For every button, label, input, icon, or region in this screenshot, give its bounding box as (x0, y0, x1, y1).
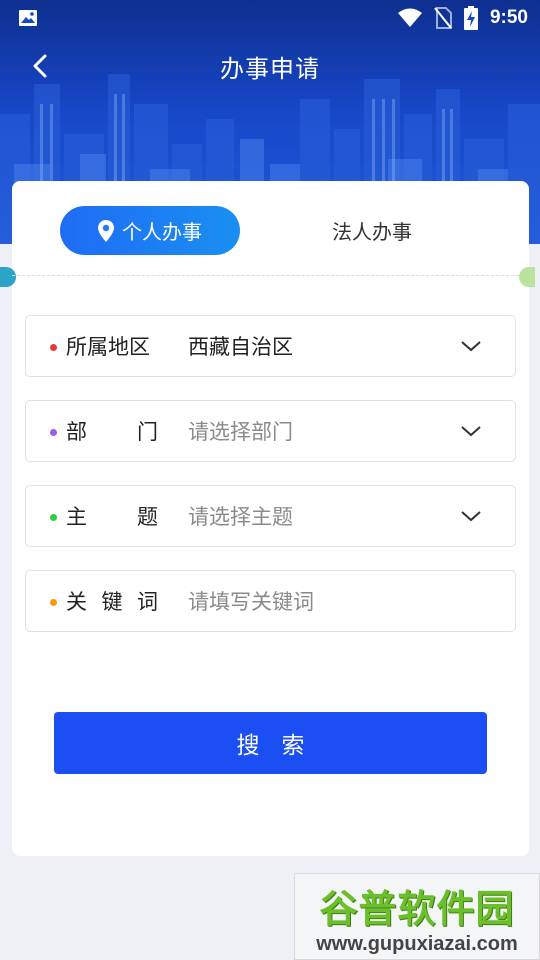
dashed-divider (12, 275, 529, 277)
watermark-url: www.gupuxiazai.com (316, 932, 518, 955)
topic-label: 主 题 (66, 486, 158, 546)
department-label-char: 部 (66, 420, 87, 444)
department-placeholder: 请选择部门 (188, 420, 293, 444)
chevron-down-icon (461, 511, 481, 522)
chevron-left-icon (33, 54, 47, 78)
region-label: 所属地区 (66, 335, 150, 359)
department-select[interactable]: 部 门 请选择部门 (25, 400, 516, 462)
topic-label-char: 主 (66, 505, 87, 529)
chevron-down-icon (461, 341, 481, 352)
divider-notch-right (519, 267, 535, 287)
required-dot (50, 344, 57, 351)
divider-notch-left (0, 267, 16, 287)
topic-label-char: 题 (137, 505, 158, 529)
field-dot (50, 514, 57, 521)
back-button[interactable] (22, 48, 58, 84)
department-label: 部 门 (66, 401, 158, 461)
watermark-title: 谷普软件园 (319, 886, 515, 931)
region-select[interactable]: 所属地区 西藏自治区 (25, 315, 516, 377)
image-icon (19, 10, 37, 26)
no-sim-icon (434, 7, 452, 29)
search-button[interactable]: 搜索 (54, 712, 487, 774)
page-title: 办事申请 (220, 54, 320, 83)
tab-personal-label: 个人办事 (122, 220, 202, 244)
topic-select[interactable]: 主 题 请选择主题 (25, 485, 516, 547)
keyword-label-char: 词 (137, 590, 158, 614)
field-dot (50, 599, 57, 606)
tab-personal[interactable]: 个人办事 (60, 206, 240, 255)
topic-placeholder: 请选择主题 (188, 505, 293, 529)
keyword-label-char: 键 (101, 590, 123, 614)
keyword-label-char: 关 (66, 590, 87, 614)
status-bar: 9:50 (0, 0, 540, 36)
keyword-label: 关 键 词 (66, 571, 158, 631)
watermark: 谷普软件园 www.gupuxiazai.com (294, 873, 540, 960)
wifi-icon (397, 8, 422, 27)
field-dot (50, 429, 57, 436)
battery-charging-icon (463, 6, 478, 30)
tab-bar: 个人办事 法人办事 (12, 181, 529, 277)
status-time: 9:50 (489, 7, 528, 28)
region-value: 西藏自治区 (188, 335, 293, 359)
keyword-field[interactable]: 关 键 词 请填写关键词 (25, 570, 516, 632)
tab-corporate-label: 法人办事 (332, 220, 412, 244)
chevron-down-icon (461, 426, 481, 437)
department-label-char: 门 (137, 420, 158, 444)
application-form-card: 个人办事 法人办事 所属地区 西藏自治区 部 门 请选择部门 主 题 请选择主题… (0, 181, 535, 856)
nav-bar: 办事申请 (0, 40, 540, 92)
tab-corporate[interactable]: 法人办事 (282, 206, 462, 255)
keyword-placeholder[interactable]: 请填写关键词 (188, 571, 314, 631)
location-pin-icon (98, 219, 114, 242)
